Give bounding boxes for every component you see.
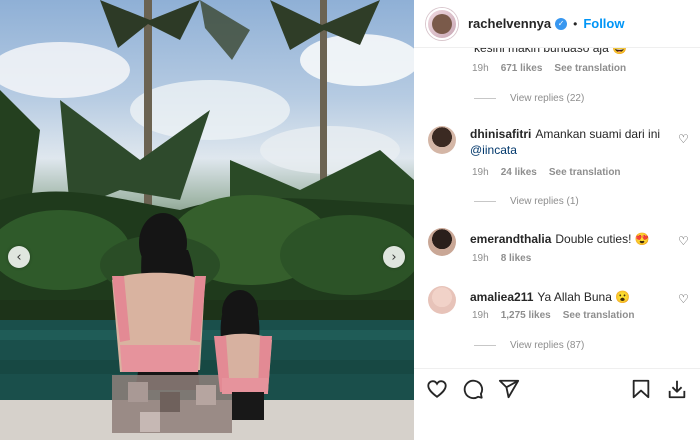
- see-translation-link[interactable]: See translation: [554, 63, 626, 74]
- comment-meta: 19h 24 likes See translation: [472, 167, 621, 178]
- comments-list: kesini makin bundaso aja 😅 19h 671 likes…: [414, 48, 700, 368]
- comment-icon[interactable]: [462, 378, 484, 400]
- comment-time: 19h: [472, 253, 489, 264]
- comment-username[interactable]: emerandthalia: [470, 232, 551, 246]
- bookmark-icon[interactable]: [630, 378, 652, 400]
- comment-like-heart-icon[interactable]: ♡: [678, 234, 689, 248]
- comment-time: 19h: [472, 310, 489, 321]
- commenter-avatar[interactable]: [428, 228, 456, 256]
- commenter-avatar[interactable]: [428, 126, 456, 154]
- comment-body: Amankan suami dari ini: [535, 127, 661, 141]
- comment-likes[interactable]: 1,275 likes: [501, 310, 551, 321]
- comment-likes[interactable]: 671 likes: [501, 63, 543, 74]
- comment-likes[interactable]: 8 likes: [501, 253, 532, 264]
- post-header: rachelvennya ✓ • Follow: [414, 0, 700, 48]
- comment-body: Ya Allah Buna 😮: [537, 290, 631, 304]
- heart-icon[interactable]: [426, 378, 448, 400]
- comment-mention[interactable]: @iincata: [470, 142, 680, 158]
- verified-badge-icon: ✓: [555, 17, 568, 30]
- post-action-bar: [414, 368, 700, 408]
- see-translation-link[interactable]: See translation: [563, 310, 635, 321]
- comment-meta: 19h 671 likes See translation: [472, 63, 626, 74]
- comment-body: kesini makin bundaso aja 😅: [474, 48, 628, 55]
- comment-meta: 19h 1,275 likes See translation: [472, 310, 634, 321]
- author-avatar[interactable]: [426, 7, 458, 40]
- send-icon[interactable]: [498, 378, 520, 400]
- comment-meta: 19h 8 likes: [472, 253, 531, 264]
- carousel-next-button[interactable]: ›: [383, 246, 405, 268]
- comment-body: Double cuties! 😍: [555, 232, 650, 246]
- view-replies-button[interactable]: View replies (87): [474, 340, 584, 351]
- view-replies-button[interactable]: View replies (1): [474, 196, 579, 207]
- comment-item: amaliea211 Ya Allah Buna 😮: [470, 289, 680, 305]
- post-photo: ‹ ›: [0, 0, 414, 440]
- download-icon[interactable]: [666, 378, 688, 400]
- avatar-photo: [432, 13, 452, 34]
- commenter-avatar[interactable]: [428, 286, 456, 314]
- comment-time: 19h: [472, 167, 489, 178]
- comment-like-heart-icon[interactable]: ♡: [678, 292, 689, 306]
- comment-item: dhinisafitri Amankan suami dari ini @iinc…: [470, 126, 680, 158]
- photo-scene: [0, 0, 414, 440]
- view-replies-button[interactable]: View replies (22): [474, 93, 584, 104]
- comment-likes[interactable]: 24 likes: [501, 167, 537, 178]
- comment-text: kesini makin bundaso aja 😅: [474, 48, 684, 56]
- carousel-prev-button[interactable]: ‹: [8, 246, 30, 268]
- comment-username[interactable]: amaliea211: [470, 290, 533, 304]
- follow-button[interactable]: Follow: [583, 16, 624, 31]
- comment-username[interactable]: dhinisafitri: [470, 127, 531, 141]
- author-username[interactable]: rachelvennya: [468, 16, 551, 31]
- separator-dot: •: [573, 16, 578, 31]
- comment-item: emerandthalia Double cuties! 😍: [470, 231, 680, 247]
- comment-like-heart-icon[interactable]: ♡: [678, 132, 689, 146]
- see-translation-link[interactable]: See translation: [549, 167, 621, 178]
- comment-time: 19h: [472, 63, 489, 74]
- post-side-panel: rachelvennya ✓ • Follow kesini makin bun…: [414, 0, 700, 440]
